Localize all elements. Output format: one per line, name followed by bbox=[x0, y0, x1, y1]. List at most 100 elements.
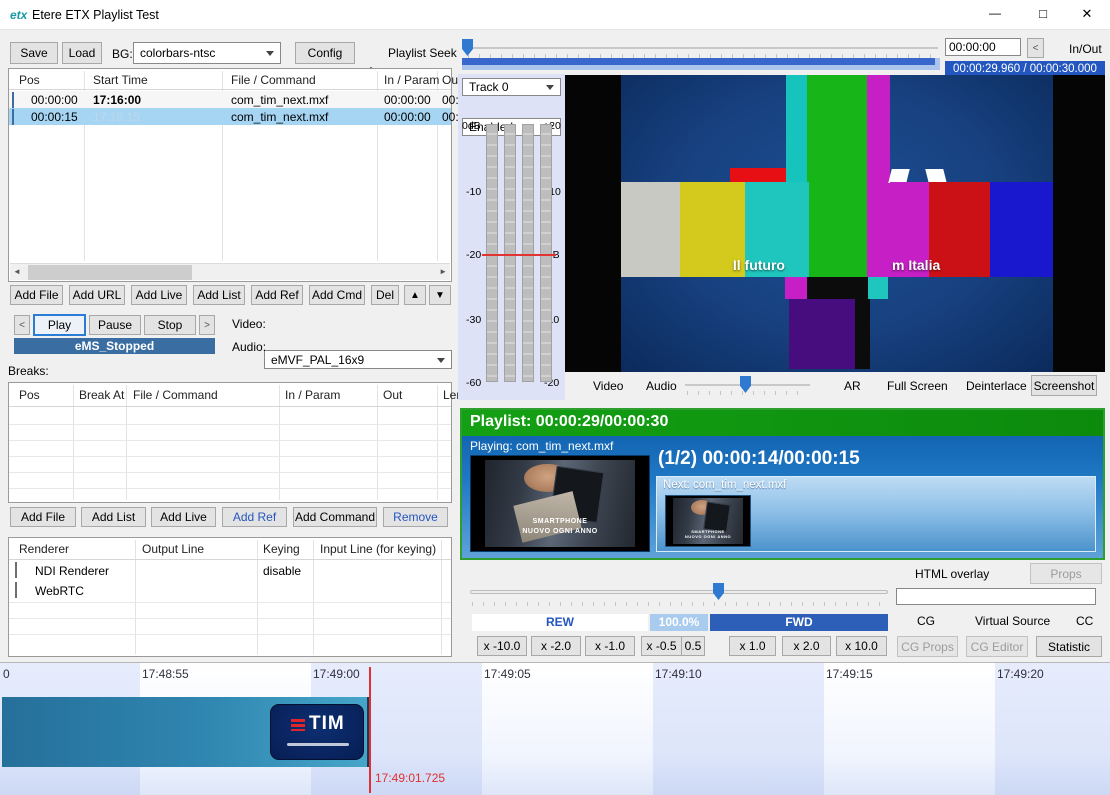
scale-left-m10: -10 bbox=[466, 186, 482, 198]
timeline-label-6: 17:49:20 bbox=[997, 667, 1044, 681]
renderer-name: NDI Renderer bbox=[35, 564, 110, 578]
close-button[interactable]: ✕ bbox=[1072, 6, 1102, 22]
pause-button[interactable]: Pause bbox=[89, 315, 141, 335]
renderer-table[interactable]: Renderer Output Line Keying Input Line (… bbox=[8, 537, 452, 657]
props-button[interactable]: Props bbox=[1030, 563, 1102, 584]
breaks-add-ref-button[interactable]: Add Ref bbox=[222, 507, 287, 527]
maximize-button[interactable]: □ bbox=[1028, 6, 1058, 21]
playing-thumbnail[interactable]: SMARTPHONE NUOVO OGNI ANNO bbox=[470, 455, 650, 552]
video-preview[interactable]: Il futuro m Italia bbox=[565, 75, 1105, 372]
webrtc-checkbox[interactable] bbox=[15, 582, 17, 598]
empty-row bbox=[9, 472, 451, 473]
table-row-selected[interactable]: 00:00:15 17:16:15 com_tim_next.mxf 00:00… bbox=[9, 108, 459, 125]
video-format-label: Video: bbox=[232, 317, 266, 331]
speed-minus-05-button[interactable]: x -0.5 bbox=[641, 636, 682, 656]
breaks-remove-button[interactable]: Remove bbox=[383, 507, 448, 527]
move-down-button[interactable]: ▼ bbox=[429, 285, 451, 305]
renderer-name: WebRTC bbox=[35, 584, 84, 598]
shuttle-ticks bbox=[472, 602, 886, 606]
play-button[interactable]: Play bbox=[33, 314, 86, 336]
header-start-time: Start Time bbox=[93, 73, 148, 87]
table-row[interactable]: 00:00:00 17:16:00 com_tim_next.mxf 00:00… bbox=[9, 91, 459, 108]
breaks-add-list-button[interactable]: Add List bbox=[81, 507, 146, 527]
table-header-row[interactable]: Pos Start Time File / Command In / Param… bbox=[9, 69, 458, 90]
cell-in: 00:00:00 bbox=[384, 93, 431, 107]
breaks-header-row: Pos Break At File / Command In / Param O… bbox=[9, 383, 460, 407]
move-up-button[interactable]: ▲ bbox=[404, 285, 426, 305]
cell-pos: 00:00:00 bbox=[31, 93, 78, 107]
timeline-label-3: 17:49:05 bbox=[484, 667, 531, 681]
window-title: Etere ETX Playlist Test bbox=[32, 8, 159, 22]
stop-button[interactable]: Stop bbox=[144, 315, 196, 335]
speed-1-button[interactable]: x 1.0 bbox=[729, 636, 776, 656]
playing-label: Playing: com_tim_next.mxf bbox=[470, 439, 614, 453]
statistic-button[interactable]: Statistic bbox=[1036, 636, 1102, 657]
tim-logo-tagline bbox=[287, 743, 349, 746]
bg-select[interactable]: colorbars-ntsc bbox=[133, 42, 281, 64]
breaks-add-command-button[interactable]: Add Command bbox=[293, 507, 377, 527]
playlist-table[interactable]: Pos Start Time File / Command In / Param… bbox=[8, 68, 459, 282]
cell-start: 17:16:00 bbox=[93, 93, 142, 107]
save-button[interactable]: Save bbox=[10, 42, 58, 64]
scroll-thumb[interactable] bbox=[28, 265, 192, 280]
speed-minus-1-button[interactable]: x -1.0 bbox=[585, 636, 635, 656]
shuttle-track[interactable] bbox=[470, 590, 888, 594]
fwd-zone[interactable]: FWD bbox=[710, 614, 888, 631]
renderer-row-ndi[interactable]: NDI Renderer disable bbox=[9, 560, 451, 580]
timecode-step-button[interactable]: < bbox=[1027, 38, 1044, 58]
tim-logo-bars-icon bbox=[291, 719, 305, 731]
delete-button[interactable]: Del bbox=[371, 285, 399, 305]
screenshot-button[interactable]: Screenshot bbox=[1031, 375, 1097, 396]
seek-slider[interactable] bbox=[460, 38, 940, 58]
breaks-table[interactable]: Pos Break At File / Command In / Param O… bbox=[8, 382, 460, 503]
seek-track[interactable] bbox=[468, 47, 938, 49]
timeline-clip[interactable]: TIM bbox=[2, 697, 369, 767]
header-in-param: In / Param bbox=[285, 388, 341, 402]
speed-2-button[interactable]: x 2.0 bbox=[782, 636, 831, 656]
playhead-marker[interactable] bbox=[369, 667, 371, 793]
seek-progress[interactable] bbox=[462, 58, 940, 70]
video-format-select[interactable]: eMVF_PAL_16x9 bbox=[264, 350, 452, 369]
scale-left-m30: -30 bbox=[466, 314, 482, 326]
breaks-add-file-button[interactable]: Add File bbox=[10, 507, 76, 527]
shuttle-slider[interactable] bbox=[470, 582, 890, 608]
add-live-button[interactable]: Add Live bbox=[131, 285, 187, 305]
add-file-button[interactable]: Add File bbox=[10, 285, 63, 305]
speed-10-button[interactable]: x 10.0 bbox=[836, 636, 887, 656]
volume-slider[interactable] bbox=[685, 376, 810, 396]
speed-minus-2-button[interactable]: x -2.0 bbox=[531, 636, 581, 656]
add-url-button[interactable]: Add URL bbox=[69, 285, 125, 305]
scroll-right-icon[interactable]: ► bbox=[439, 267, 447, 276]
rew-zone[interactable]: REW bbox=[472, 614, 648, 631]
next-clip-panel: Next: com_tim_next.mxf SMARTPHONE NUOVO … bbox=[656, 476, 1096, 552]
timecode-input[interactable] bbox=[945, 38, 1021, 56]
speed-05-button[interactable]: 0.5 bbox=[681, 636, 705, 656]
load-button[interactable]: Load bbox=[62, 42, 102, 64]
breaks-add-live-button[interactable]: Add Live bbox=[151, 507, 216, 527]
add-ref-button[interactable]: Add Ref bbox=[251, 285, 303, 305]
lower-magenta bbox=[785, 277, 807, 299]
minimize-button[interactable]: — bbox=[980, 6, 1010, 20]
speed-minus-10-button[interactable]: x -10.0 bbox=[477, 636, 527, 656]
add-cmd-button[interactable]: Add Cmd bbox=[309, 285, 365, 305]
cg-text-input[interactable] bbox=[896, 588, 1096, 605]
ndi-renderer-checkbox[interactable] bbox=[15, 562, 17, 578]
config-button[interactable]: Config bbox=[295, 42, 355, 64]
shuttle-thumb[interactable] bbox=[713, 583, 724, 600]
cg-props-button[interactable]: CG Props bbox=[897, 636, 958, 657]
cg-editor-button[interactable]: CG Editor bbox=[966, 636, 1028, 657]
h-scrollbar[interactable]: ◄ ► bbox=[10, 263, 450, 280]
add-list-button[interactable]: Add List bbox=[193, 285, 245, 305]
timeline-band bbox=[995, 663, 1110, 795]
step-next-button[interactable]: > bbox=[199, 315, 215, 335]
playlist-panel: Playlist: 00:00:29/00:00:30 Playing: com… bbox=[460, 408, 1105, 560]
scroll-left-icon[interactable]: ◄ bbox=[13, 267, 21, 276]
empty-row bbox=[9, 488, 451, 489]
playlist-panel-header: Playlist: 00:00:29/00:00:30 bbox=[462, 410, 1103, 436]
audio-checkbox-label: Audio bbox=[646, 379, 677, 393]
timeline[interactable]: 0 17:48:55 17:49:00 17:49:05 17:49:10 17… bbox=[0, 662, 1110, 795]
next-thumbnail[interactable]: SMARTPHONE NUOVO OGNI ANNO bbox=[665, 495, 751, 547]
renderer-row-webrtc[interactable]: WebRTC bbox=[9, 580, 451, 600]
track-select[interactable]: Track 0 bbox=[462, 78, 561, 96]
step-prev-button[interactable]: < bbox=[14, 315, 30, 335]
